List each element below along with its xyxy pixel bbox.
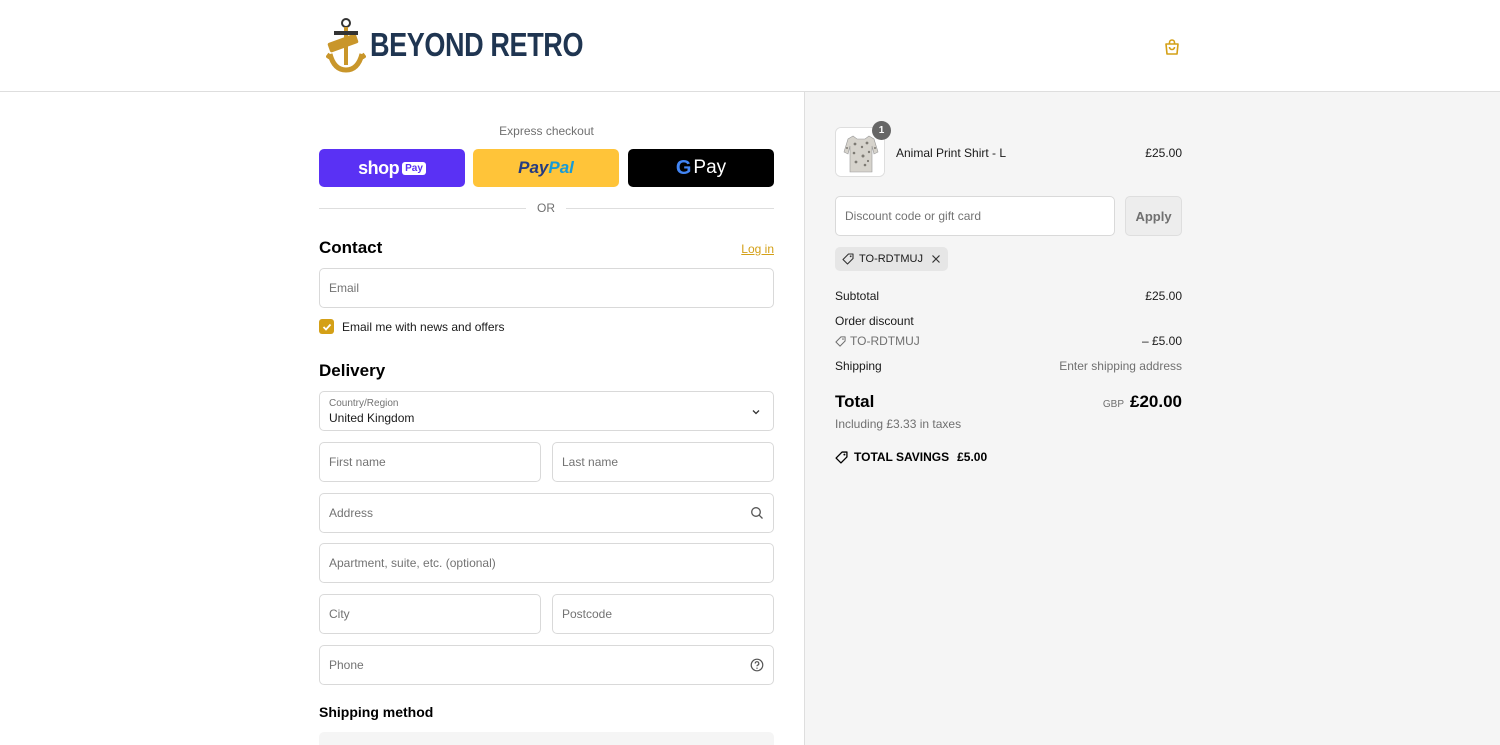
login-link[interactable]: Log in xyxy=(741,242,774,256)
newsletter-checkbox[interactable] xyxy=(319,319,334,334)
express-checkout-title: Express checkout xyxy=(499,124,594,138)
subtotal-row: Subtotal £25.00 xyxy=(835,289,1182,303)
tag-icon xyxy=(835,450,848,464)
newsletter-label: Email me with news and offers xyxy=(342,319,505,334)
discount-amount: – £5.00 xyxy=(1141,334,1182,348)
phone-placeholder: Phone xyxy=(329,658,364,672)
paypal-wordmark: PayPal xyxy=(518,158,574,177)
product-name: Animal Print Shirt - L xyxy=(896,146,1007,160)
anchor-logo-icon xyxy=(326,18,366,73)
order-summary: 1 Animal Print Shirt - L £25.00 Discount… xyxy=(804,92,1500,745)
apartment-field[interactable]: Apartment, suite, etc. (optional) xyxy=(319,543,774,583)
brand-logo[interactable]: BEYOND RETRO xyxy=(326,16,630,74)
shipping-method-heading: Shipping method xyxy=(319,704,434,720)
search-icon xyxy=(751,507,763,519)
savings-label: TOTAL SAVINGS xyxy=(854,450,950,464)
postcode-field[interactable]: Postcode xyxy=(552,594,774,634)
discount-code-line: TO-RDTMUJ xyxy=(835,334,1182,348)
last-name-field[interactable]: Last name xyxy=(552,442,774,482)
checkmark-icon xyxy=(322,323,331,331)
shipping-label: Shipping xyxy=(835,359,882,373)
applied-discount-chip: TO-RDTMUJ xyxy=(835,247,948,271)
subtotal-value: £25.00 xyxy=(1145,289,1182,303)
shop-pay-wordmark: shop xyxy=(358,157,400,178)
tax-note: Including £3.33 in taxes xyxy=(835,417,962,431)
discount-detail-row: TO-RDTMUJ – £5.00 xyxy=(835,334,1182,348)
applied-discount-code: TO-RDTMUJ xyxy=(859,253,923,265)
apply-discount-button[interactable]: Apply xyxy=(1125,196,1182,236)
country-select[interactable]: Country/Region United Kingdom xyxy=(319,391,774,431)
shop-pay-badge: Pay xyxy=(402,161,426,175)
quantity-badge: 1 xyxy=(872,121,891,140)
delivery-heading: Delivery xyxy=(319,361,386,380)
address-field[interactable]: Address xyxy=(319,493,774,533)
country-label: Country/Region xyxy=(329,398,399,409)
order-discount-label: Order discount xyxy=(835,314,914,328)
country-value: United Kingdom xyxy=(329,411,415,425)
shipping-row: Shipping Enter shipping address xyxy=(835,359,1182,373)
tag-icon xyxy=(835,335,846,347)
paypal-button[interactable]: PayPal xyxy=(473,149,619,187)
google-pay-wordmark: G Pay xyxy=(675,156,727,179)
contact-heading: Contact xyxy=(319,238,383,257)
currency-code: GBP xyxy=(1102,399,1124,410)
newsletter-checkbox-row[interactable]: Email me with news and offers xyxy=(319,319,505,334)
help-circle-icon[interactable] xyxy=(750,658,764,672)
shop-pay-button[interactable]: shop Pay xyxy=(319,149,465,187)
shipping-method-placeholder xyxy=(319,732,774,745)
email-field[interactable]: Email xyxy=(319,268,774,308)
total-value: £20.00 xyxy=(1130,392,1182,411)
header: BEYOND RETRO xyxy=(0,0,1500,92)
google-g-icon: G xyxy=(675,156,692,179)
brand-name: BEYOND RETRO xyxy=(370,26,584,63)
total-savings: TOTAL SAVINGS £5.00 xyxy=(835,450,987,464)
product-price: £25.00 xyxy=(1145,146,1182,160)
close-icon[interactable] xyxy=(931,254,941,264)
first-name-field[interactable]: First name xyxy=(319,442,541,482)
discount-code-field[interactable]: Discount code or gift card xyxy=(835,196,1115,236)
chevron-down-icon xyxy=(752,410,760,415)
shopping-bag-icon[interactable] xyxy=(1163,38,1181,56)
total-amount: GBP £20.00 xyxy=(1103,392,1182,412)
city-field[interactable]: City xyxy=(319,594,541,634)
total-label: Total xyxy=(835,392,875,411)
address-placeholder: Address xyxy=(329,506,374,520)
savings-value: £5.00 xyxy=(957,450,988,464)
or-divider-label: OR xyxy=(526,201,566,215)
phone-field[interactable]: Phone xyxy=(319,645,774,685)
tag-icon xyxy=(842,253,854,265)
google-pay-button[interactable]: G Pay xyxy=(628,149,774,187)
order-discount-row: Order discount xyxy=(835,314,1182,328)
shipping-value: Enter shipping address xyxy=(1059,359,1182,373)
subtotal-label: Subtotal xyxy=(835,289,880,303)
